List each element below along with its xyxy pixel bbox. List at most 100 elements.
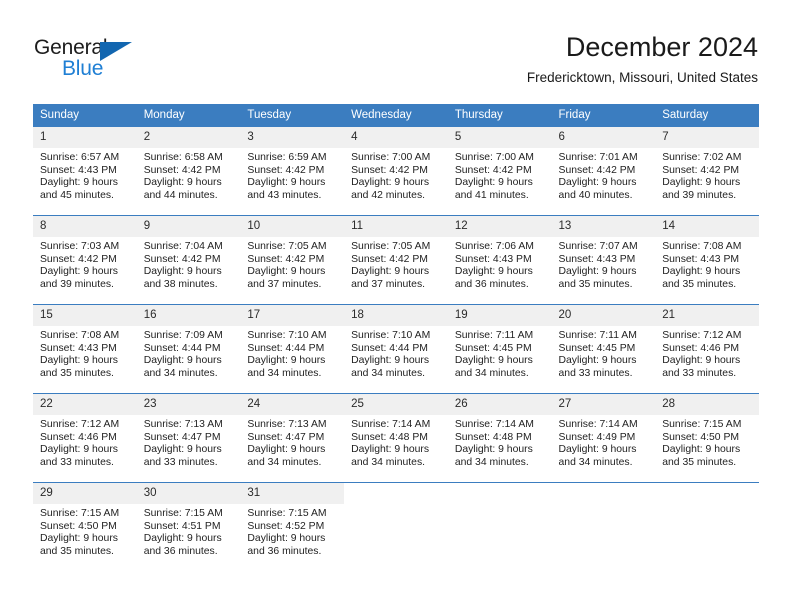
day-cell-inner: 31 Sunrise: 7:15 AM Sunset: 4:52 PM Dayligh… (240, 483, 345, 571)
daylight-line-2: and 37 minutes. (247, 278, 322, 290)
sunrise-time: Sunrise: 7:13 AM (143, 419, 223, 430)
page-header: General Blue December 2024 Fredericktown… (0, 0, 792, 100)
calendar-day-cell[interactable]: 21 Sunrise: 7:12 AM Sunset: 4:46 PM Dayligh… (655, 304, 759, 394)
day-cell-inner: 4 Sunrise: 7:00 AM Sunset: 4:42 PM Daylight… (344, 127, 448, 215)
weekday-header-monday: Monday (136, 104, 241, 127)
sunrise-time: Sunrise: 7:00 AM (454, 152, 534, 163)
calendar-day-cell[interactable]: 6 Sunrise: 7:01 AM Sunset: 4:42 PM Daylight… (551, 127, 656, 216)
weekday-header-saturday: Saturday (655, 104, 759, 127)
day-cell-inner: 24 Sunrise: 7:13 AM Sunset: 4:47 PM Dayligh… (240, 394, 345, 482)
calendar-day-cell[interactable]: 24 Sunrise: 7:13 AM Sunset: 4:47 PM Dayligh… (240, 393, 345, 483)
calendar-day-cell[interactable]: 5 Sunrise: 7:00 AM Sunset: 4:42 PM Daylight… (447, 127, 552, 216)
sunrise-time: Sunrise: 7:11 AM (558, 330, 637, 341)
day-cell-inner: 5 Sunrise: 7:00 AM Sunset: 4:42 PM Daylight… (447, 127, 552, 215)
calendar-day-cell[interactable]: 19 Sunrise: 7:11 AM Sunset: 4:45 PM Dayligh… (447, 304, 552, 394)
daylight-line-2: and 34 minutes. (454, 456, 529, 468)
calendar-day-cell[interactable]: 4 Sunrise: 7:00 AM Sunset: 4:42 PM Daylight… (344, 127, 448, 216)
day-cell-inner: 6 Sunrise: 7:01 AM Sunset: 4:42 PM Daylight… (551, 127, 656, 215)
day-details: Sunrise: 7:15 AM Sunset: 4:52 PM Daylight:… (240, 504, 344, 558)
calendar-day-cell[interactable]: 28 Sunrise: 7:15 AM Sunset: 4:50 PM Dayligh… (655, 393, 759, 483)
weekday-header-thursday: Thursday (447, 104, 552, 127)
daylight-line-1: Daylight: 9 hours (351, 444, 430, 456)
calendar-day-cell[interactable]: 17 Sunrise: 7:10 AM Sunset: 4:44 PM Dayligh… (240, 304, 345, 394)
day-details: Sunrise: 7:02 AM Sunset: 4:42 PM Daylight:… (655, 148, 759, 202)
calendar-body: 1 Sunrise: 6:57 AM Sunset: 4:43 PM Daylight… (33, 127, 759, 571)
calendar-day-cell[interactable]: 3 Sunrise: 6:59 AM Sunset: 4:42 PM Daylight… (240, 127, 345, 216)
sunset-time: Sunset: 4:51 PM (143, 520, 221, 532)
daylight-line-1: Daylight: 9 hours (351, 266, 430, 278)
day-details: Sunrise: 7:04 AM Sunset: 4:42 PM Daylight:… (137, 237, 241, 291)
calendar-day-cell[interactable]: 18 Sunrise: 7:10 AM Sunset: 4:44 PM Dayligh… (344, 304, 448, 394)
sunset-time: Sunset: 4:42 PM (454, 164, 532, 176)
calendar-day-cell[interactable]: 1 Sunrise: 6:57 AM Sunset: 4:43 PM Daylight… (33, 127, 137, 216)
sunset-time: Sunset: 4:42 PM (351, 164, 428, 176)
daylight-line-2: and 33 minutes. (40, 456, 114, 468)
day-cell-inner: 12 Sunrise: 7:06 AM Sunset: 4:43 PM Dayligh… (447, 216, 552, 304)
daylight-line-2: and 36 minutes. (247, 545, 322, 557)
calendar-day-cell[interactable]: 2 Sunrise: 6:58 AM Sunset: 4:42 PM Daylight… (136, 127, 241, 216)
daylight-line-1: Daylight: 9 hours (247, 177, 326, 189)
calendar-day-cell[interactable]: 30 Sunrise: 7:15 AM Sunset: 4:51 PM Dayligh… (136, 482, 241, 571)
day-number (447, 483, 552, 504)
daylight-line-2: and 34 minutes. (247, 367, 322, 379)
daylight-line-1: Daylight: 9 hours (454, 266, 533, 278)
calendar-day-cell[interactable]: 12 Sunrise: 7:06 AM Sunset: 4:43 PM Dayligh… (447, 215, 552, 305)
sunrise-time: Sunrise: 7:03 AM (40, 241, 120, 252)
day-cell-inner: 3 Sunrise: 6:59 AM Sunset: 4:42 PM Daylight… (240, 127, 345, 215)
calendar-day-cell[interactable]: 27 Sunrise: 7:14 AM Sunset: 4:49 PM Dayligh… (551, 393, 656, 483)
weekday-header-tuesday: Tuesday (240, 104, 345, 127)
daylight-line-2: and 34 minutes. (454, 367, 529, 379)
sunset-time: Sunset: 4:43 PM (662, 253, 740, 265)
day-cell-inner: 30 Sunrise: 7:15 AM Sunset: 4:51 PM Dayligh… (136, 483, 241, 571)
calendar-day-cell[interactable]: 26 Sunrise: 7:14 AM Sunset: 4:48 PM Dayligh… (447, 393, 552, 483)
sunrise-time: Sunrise: 7:05 AM (247, 241, 327, 252)
day-number: 9 (136, 216, 241, 237)
sunset-time: Sunset: 4:42 PM (247, 164, 325, 176)
day-details: Sunrise: 7:08 AM Sunset: 4:43 PM Daylight:… (33, 326, 137, 380)
sunset-time: Sunset: 4:47 PM (143, 431, 221, 443)
day-cell-inner: 28 Sunrise: 7:15 AM Sunset: 4:50 PM Dayligh… (655, 394, 759, 482)
calendar-day-cell[interactable]: 14 Sunrise: 7:08 AM Sunset: 4:43 PM Dayligh… (655, 215, 759, 305)
sunrise-time: Sunrise: 7:13 AM (247, 419, 327, 430)
daylight-line-1: Daylight: 9 hours (662, 266, 741, 278)
sunset-time: Sunset: 4:50 PM (662, 431, 740, 443)
daylight-line-1: Daylight: 9 hours (454, 444, 533, 456)
day-number: 10 (240, 216, 345, 237)
calendar-day-cell[interactable]: 10 Sunrise: 7:05 AM Sunset: 4:42 PM Dayligh… (240, 215, 345, 305)
calendar-day-cell[interactable]: 11 Sunrise: 7:05 AM Sunset: 4:42 PM Dayligh… (344, 215, 448, 305)
day-details: Sunrise: 7:13 AM Sunset: 4:47 PM Daylight:… (240, 415, 344, 469)
day-cell-inner: 7 Sunrise: 7:02 AM Sunset: 4:42 PM Daylight… (655, 127, 759, 215)
sunrise-time: Sunrise: 7:00 AM (351, 152, 431, 163)
calendar-day-cell[interactable]: 13 Sunrise: 7:07 AM Sunset: 4:43 PM Dayligh… (551, 215, 656, 305)
day-number: 17 (240, 305, 345, 326)
sunset-time: Sunset: 4:44 PM (351, 342, 428, 354)
sunrise-time: Sunrise: 7:10 AM (247, 330, 327, 341)
sunrise-time: Sunrise: 7:12 AM (40, 419, 120, 430)
calendar-day-cell[interactable]: 20 Sunrise: 7:11 AM Sunset: 4:45 PM Dayligh… (551, 304, 656, 394)
calendar-day-cell[interactable]: 29 Sunrise: 7:15 AM Sunset: 4:50 PM Dayligh… (33, 482, 137, 571)
day-cell-inner: 16 Sunrise: 7:09 AM Sunset: 4:44 PM Dayligh… (136, 305, 241, 393)
daylight-line-2: and 37 minutes. (351, 278, 426, 290)
calendar-day-cell[interactable]: 25 Sunrise: 7:14 AM Sunset: 4:48 PM Dayligh… (344, 393, 448, 483)
day-number: 4 (344, 127, 448, 148)
calendar-day-cell[interactable]: 8 Sunrise: 7:03 AM Sunset: 4:42 PM Daylight… (33, 215, 137, 305)
calendar-day-cell[interactable]: 31 Sunrise: 7:15 AM Sunset: 4:52 PM Dayligh… (240, 482, 345, 571)
daylight-line-1: Daylight: 9 hours (247, 266, 326, 278)
calendar-day-cell[interactable]: 9 Sunrise: 7:04 AM Sunset: 4:42 PM Daylight… (136, 215, 241, 305)
calendar-day-cell[interactable]: 23 Sunrise: 7:13 AM Sunset: 4:47 PM Dayligh… (136, 393, 241, 483)
sunset-time: Sunset: 4:45 PM (558, 342, 636, 354)
sunset-time: Sunset: 4:52 PM (247, 520, 325, 532)
daylight-line-2: and 33 minutes. (558, 367, 633, 379)
calendar-day-cell[interactable]: 16 Sunrise: 7:09 AM Sunset: 4:44 PM Dayligh… (136, 304, 241, 394)
day-number: 26 (447, 394, 552, 415)
general-blue-logo[interactable]: General Blue (34, 36, 144, 80)
day-details: Sunrise: 7:08 AM Sunset: 4:43 PM Daylight:… (655, 237, 759, 291)
calendar-day-cell[interactable]: 22 Sunrise: 7:12 AM Sunset: 4:46 PM Dayligh… (33, 393, 137, 483)
calendar-day-cell[interactable]: 15 Sunrise: 7:08 AM Sunset: 4:43 PM Dayligh… (33, 304, 137, 394)
calendar-day-cell[interactable]: 7 Sunrise: 7:02 AM Sunset: 4:42 PM Daylight… (655, 127, 759, 216)
day-cell-inner (447, 483, 552, 571)
sunset-time: Sunset: 4:49 PM (558, 431, 636, 443)
sunrise-time: Sunrise: 7:01 AM (558, 152, 638, 163)
sunrise-sunset-calendar: Sunday Monday Tuesday Wednesday Thursday… (33, 104, 759, 571)
day-details: Sunrise: 7:12 AM Sunset: 4:46 PM Daylight:… (655, 326, 759, 380)
